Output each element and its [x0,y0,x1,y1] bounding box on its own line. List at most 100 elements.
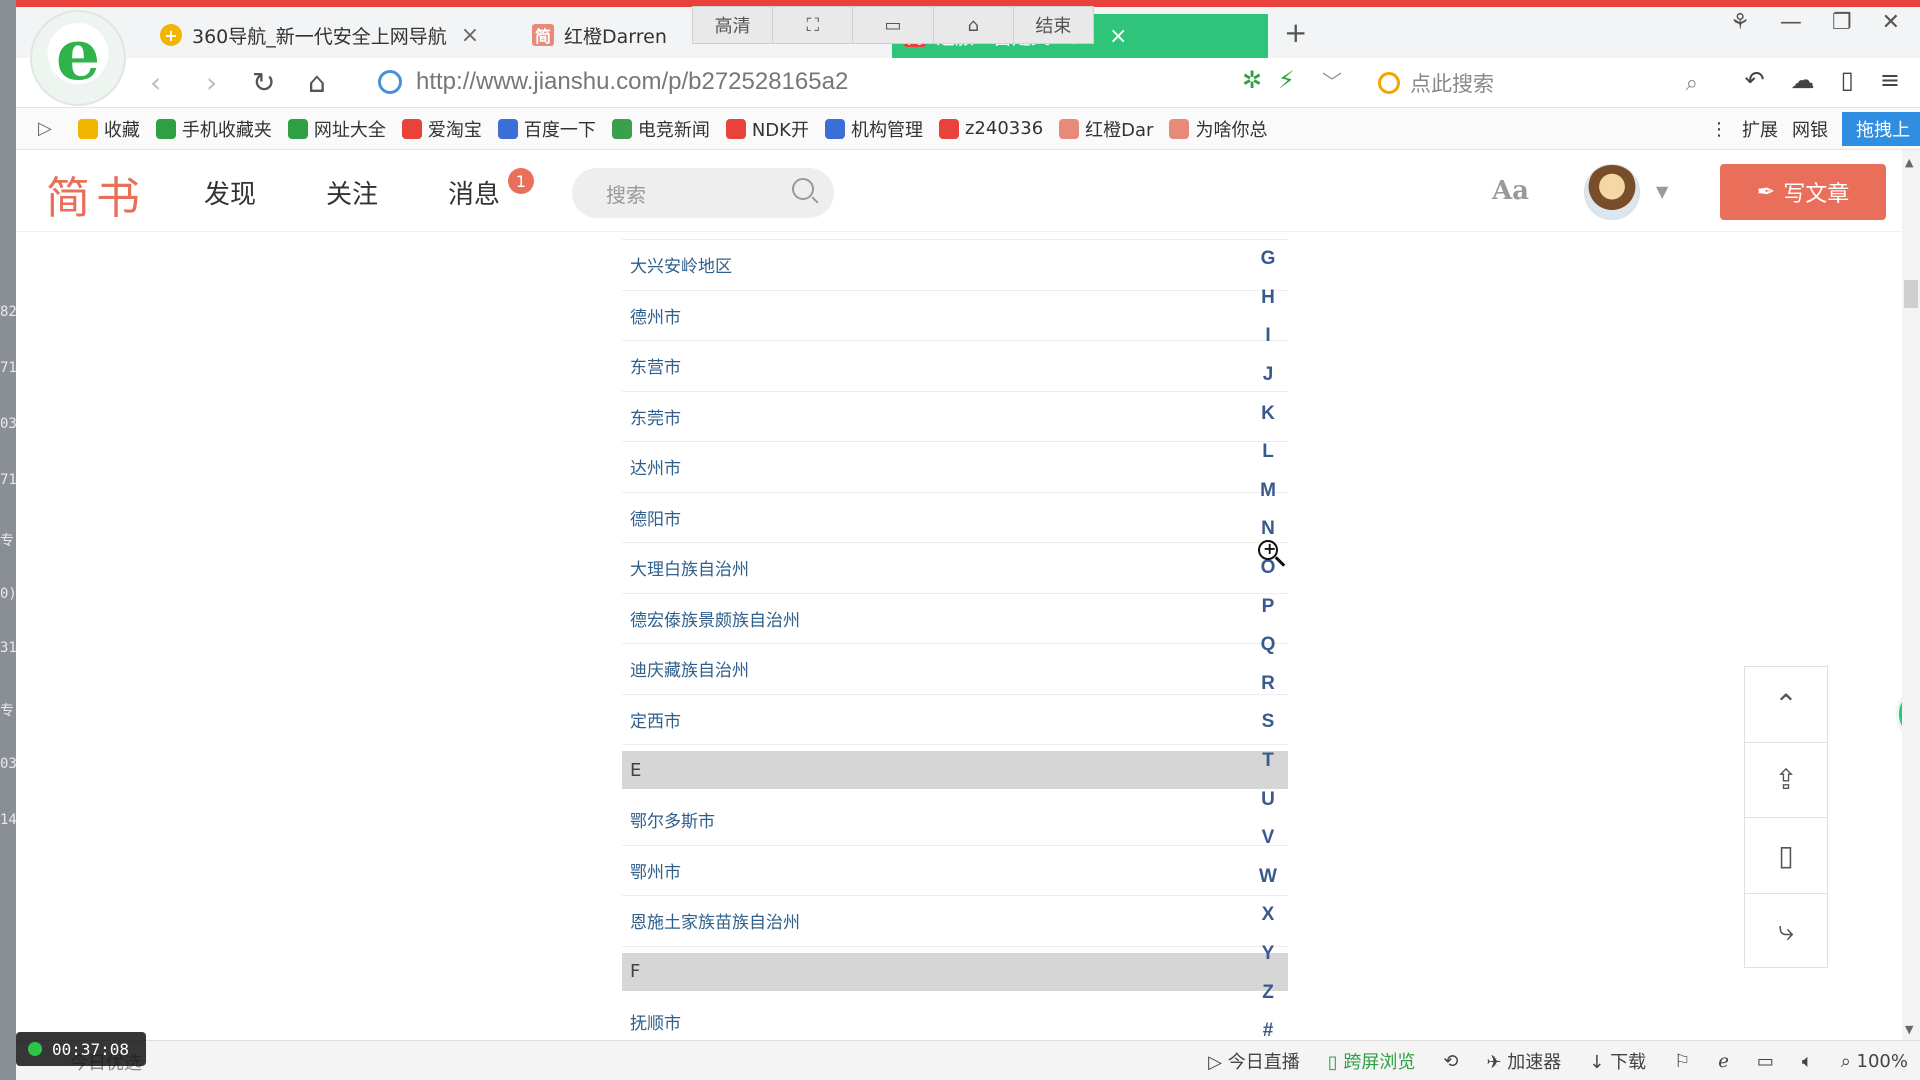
back-to-top-icon[interactable]: ⌃ [1745,667,1827,743]
alphabet-letter[interactable]: R [1246,665,1290,704]
alphabet-letter[interactable]: U [1246,780,1290,819]
alphabet-letter[interactable]: G [1246,240,1290,279]
alphabet-letter[interactable]: P [1246,587,1290,626]
back-icon[interactable]: ‹ [150,66,161,99]
list-item[interactable]: 定西市 [622,695,1288,745]
cloud-icon[interactable]: ☁ [1791,66,1815,94]
bank-button[interactable]: 网银 [1792,116,1828,142]
font-toggle-button[interactable]: Aa [1492,176,1529,206]
alphabet-letter[interactable]: X [1246,896,1290,935]
list-item[interactable]: 德州市 [622,291,1288,341]
close-icon[interactable]: × [1109,24,1127,49]
maximize-icon[interactable]: ❐ [1832,10,1852,35]
list-item[interactable]: 德阳市 [622,493,1288,543]
scroll-up-icon[interactable]: ▲ [1905,156,1913,169]
list-item[interactable]: 达州市 [622,442,1288,493]
nav-follow[interactable]: 关注 [326,174,378,211]
live-button[interactable]: ▷ 今日直播 [1208,1048,1300,1074]
list-item[interactable]: 东莞市 [622,392,1288,442]
list-item[interactable]: 迪庆藏族自治州 [622,644,1288,695]
share-upload-icon[interactable]: ⇪ [1745,743,1827,818]
alphabet-letter[interactable]: Z [1246,973,1290,1012]
list-item[interactable]: 大兴安岭地区 [622,240,1288,291]
new-tab-button[interactable]: + [1284,16,1307,49]
hd-button[interactable]: 高清 [693,7,774,43]
bookmark-more-icon[interactable]: ⋮ [1710,119,1728,140]
alphabet-letter[interactable]: V [1246,819,1290,858]
bookmark-icon[interactable]: ▯ [1745,818,1827,894]
search-icon[interactable]: ⌕ [1686,71,1698,96]
chevron-down-icon[interactable]: ﹀ [1322,66,1342,95]
alphabet-letter[interactable]: K [1246,394,1290,433]
tab-360-nav[interactable]: + 360导航_新一代安全上网导航 × [148,12,508,58]
browser-logo-icon[interactable]: e [30,10,126,106]
close-window-icon[interactable]: ✕ [1882,10,1900,35]
share-icon[interactable]: ⤷ [1745,894,1827,970]
ie-icon[interactable]: ℯ [1718,1051,1729,1072]
fullscreen-icon[interactable]: ⛶ [773,7,854,43]
bookmark-item[interactable]: NDK开 [725,116,809,142]
home-icon[interactable]: ⌂ [308,66,326,99]
bookmark-item[interactable]: 电竞新闻 [611,116,710,142]
gear-icon[interactable]: ✲ [1242,66,1262,94]
window-icon[interactable]: ▭ [853,7,934,43]
close-icon[interactable]: × [461,23,479,48]
bookmark-item[interactable]: 网址大全 [287,116,386,142]
bookmark-item[interactable]: 收藏 [77,116,140,142]
write-article-button[interactable]: ✒ 写文章 [1720,164,1886,220]
cross-screen-button[interactable]: ▯ 跨屏浏览 [1328,1048,1416,1074]
alphabet-letter[interactable]: Y [1246,935,1290,974]
skin-icon[interactable]: ⚘ [1730,10,1750,35]
chevron-down-icon[interactable]: ▼ [1656,182,1668,201]
home-icon[interactable]: ⌂ [934,7,1014,43]
search-icon[interactable] [792,178,814,200]
alphabet-letter[interactable]: H [1246,279,1290,318]
alphabet-letter[interactable]: L [1246,433,1290,472]
bookmark-item[interactable]: 机构管理 [824,116,923,142]
undo-icon[interactable]: ↶ [1745,66,1765,94]
site-search-input[interactable]: 搜索 [572,168,834,218]
site-logo[interactable]: 简书 [46,162,146,226]
bookmark-item[interactable]: 百度一下 [497,116,596,142]
nav-discover[interactable]: 发现 [204,174,256,211]
accelerator-button[interactable]: ✈ 加速器 [1486,1048,1561,1074]
url-input[interactable]: http://www.jianshu.com/p/b272528165a2 [416,68,848,96]
alphabet-letter[interactable]: J [1246,356,1290,395]
reload-icon[interactable]: ↻ [252,66,275,99]
list-item[interactable]: 大理白族自治州 [622,543,1288,594]
avatar[interactable] [1584,164,1640,220]
list-item[interactable]: 东营市 [622,341,1288,392]
alphabet-letter[interactable]: W [1246,858,1290,897]
alphabet-letter[interactable]: Q [1246,626,1290,665]
list-item[interactable]: 恩施土家族苗族自治州 [622,896,1288,947]
browser-search-input[interactable]: 点此搜索 ⌕ [1378,66,1698,100]
nav-messages[interactable]: 消息 [448,174,500,211]
tab-darren[interactable]: 简 红橙Darren [520,12,720,58]
alphabet-letter[interactable]: T [1246,742,1290,781]
alphabet-letter[interactable]: M [1246,472,1290,511]
list-item[interactable]: 德宏傣族景颇族自治州 [622,594,1288,644]
minimize-icon[interactable]: — [1780,10,1802,35]
scrollbar-thumb[interactable] [1904,280,1918,308]
bookmark-item[interactable]: 为啥你总 [1169,116,1267,142]
zoom-control[interactable]: ⌕ 100% [1841,1051,1908,1072]
lightning-icon[interactable]: ⚡ [1278,66,1295,94]
bookmark-item[interactable]: z240336 [938,116,1043,142]
sidebar-toggle-icon[interactable]: ▷ [38,118,52,139]
volume-icon[interactable]: 🔈︎ [1802,1051,1813,1072]
end-button[interactable]: 结束 [1014,7,1093,43]
list-item[interactable]: 鄂尔多斯市 [622,795,1288,846]
window-icon[interactable]: ▭ [1757,1051,1774,1072]
reader-icon[interactable]: ▯ [1841,66,1854,94]
download-button[interactable]: ↓ 下载 [1589,1048,1646,1074]
history-icon[interactable]: ⟲ [1443,1051,1458,1072]
alphabet-letter[interactable]: I [1246,317,1290,356]
page-scrollbar[interactable]: ▲ ▼ [1902,150,1920,1040]
flag-icon[interactable]: ⚐ [1674,1051,1690,1072]
menu-icon[interactable]: ≡ [1880,66,1900,94]
bookmark-item[interactable]: 红橙Dar [1059,116,1153,142]
drag-button[interactable]: 拖拽上 [1842,112,1920,146]
extensions-button[interactable]: 扩展 [1742,116,1778,142]
forward-icon[interactable]: › [206,66,217,99]
alphabet-letter[interactable]: S [1246,703,1290,742]
